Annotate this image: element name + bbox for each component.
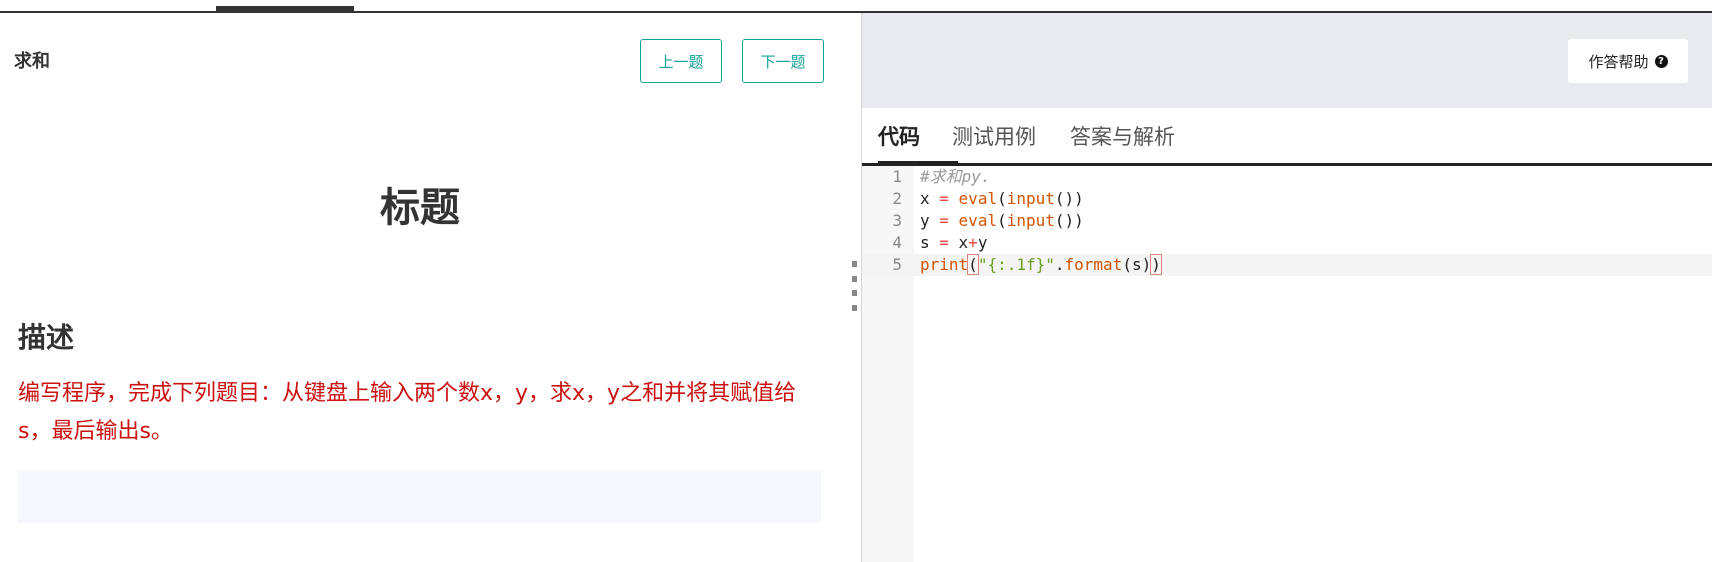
code-pane: 作答帮助 ? 代码 测试用例 答案与解析 1 #求和py. 2 x = eval(in… [861, 13, 1712, 562]
resize-dot [852, 275, 857, 282]
code-pane-header: 作答帮助 ? [862, 13, 1712, 108]
tab-answer-analysis[interactable]: 答案与解析 [1070, 108, 1175, 163]
top-bar [0, 0, 1712, 13]
code-token: = [939, 211, 949, 230]
code-token: ( [997, 211, 1007, 230]
line-number: 5 [892, 255, 902, 274]
code-token: x [948, 233, 969, 252]
tab-code[interactable]: 代码 [878, 108, 958, 166]
code-token: print [920, 255, 969, 274]
editor-tabs: 代码 测试用例 答案与解析 [862, 108, 1712, 166]
code-line[interactable]: 1 #求和py. [862, 166, 1712, 188]
line-number: 1 [892, 167, 902, 186]
code-text: s = x+y [920, 232, 987, 254]
code-token: input [1006, 211, 1055, 230]
code-line[interactable]: 4s = x+y [862, 232, 1712, 254]
code-text: print("{:.1f}".format(s)) [920, 254, 1162, 276]
line-number: 4 [892, 233, 902, 252]
tab-test-cases[interactable]: 测试用例 [952, 108, 1036, 163]
code-line[interactable]: 5 print("{:.1f}".format(s)) [862, 254, 1712, 276]
top-tab-indicator [216, 6, 354, 11]
code-token: y [920, 211, 940, 230]
code-token: ( [997, 189, 1007, 208]
code-text: y = eval(input()) [920, 210, 1084, 232]
code-token: + [968, 233, 978, 252]
code-line[interactable]: 3y = eval(input()) [862, 210, 1712, 232]
question-circle-icon: ? [1654, 54, 1668, 68]
code-token: ()) [1054, 189, 1084, 208]
page-heading: 标题 [380, 185, 460, 231]
code-token: input [1006, 189, 1055, 208]
code-token: x [920, 189, 940, 208]
resize-dot [852, 304, 857, 311]
code-text: x = eval(input()) [920, 188, 1084, 210]
resize-dot [852, 261, 857, 267]
description-text: 编写程序，完成下列题目：从键盘上输入两个数x，y，求x，y之和并将其赋值给s，最… [18, 381, 797, 444]
sample-box [18, 471, 821, 523]
description-label: 描述 [18, 321, 75, 354]
code-token: ( [967, 254, 979, 275]
code-token: = [939, 189, 949, 208]
code-token: . [1054, 255, 1065, 274]
code-text: #求和py. [920, 166, 991, 188]
pane-resize-handle[interactable] [852, 261, 858, 311]
problem-pane: 求和 上一题 下一题 标题 描述 编写程序，完成下列题目：从键盘上输入两个数x，… [0, 13, 861, 562]
code-token: s [920, 233, 940, 252]
code-token: = [939, 233, 949, 252]
code-token: (s) [1122, 255, 1152, 274]
code-token: y [977, 233, 988, 252]
answer-help-label: 作答帮助 [1588, 52, 1649, 71]
prev-question-button[interactable]: 上一题 [640, 39, 722, 83]
resize-dot [852, 290, 857, 297]
line-number: 2 [892, 189, 902, 208]
code-line[interactable]: 2x = eval(input()) [862, 188, 1712, 210]
line-number: 3 [892, 211, 902, 230]
code-token: eval [958, 211, 998, 230]
next-question-button[interactable]: 下一题 [742, 39, 824, 83]
problem-title: 求和 [14, 51, 50, 72]
code-token: #求和py. [920, 167, 991, 186]
code-token: format [1064, 255, 1123, 274]
code-token: ) [1150, 254, 1162, 275]
code-editor[interactable]: 1 #求和py. 2 x = eval(input()) 3 y = eval(input… [862, 166, 1712, 562]
code-token: "{:.1f}" [977, 255, 1055, 274]
answer-help-button[interactable]: 作答帮助 ? [1568, 39, 1688, 83]
code-token: eval [958, 189, 998, 208]
code-token: ()) [1054, 211, 1084, 230]
